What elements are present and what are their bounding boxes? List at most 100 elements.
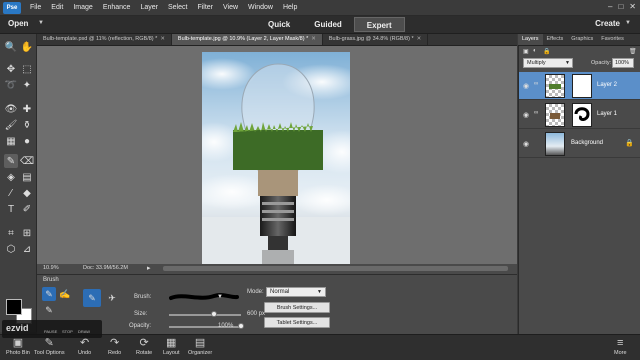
- paint-bucket-tool-icon[interactable]: ◈: [4, 170, 18, 184]
- size-slider[interactable]: [169, 314, 241, 316]
- brush-settings-button[interactable]: Brush Settings...: [264, 302, 330, 313]
- pencil-tool-icon[interactable]: ✐: [20, 202, 34, 216]
- tool-options-button[interactable]: ✎ Tool Options: [34, 336, 65, 356]
- brush-tool-icon[interactable]: ✎: [4, 154, 18, 168]
- mode-guided-tab[interactable]: Guided: [302, 17, 354, 32]
- shape-tool-icon[interactable]: ◆: [20, 186, 34, 200]
- maximize-icon[interactable]: □: [618, 2, 623, 11]
- organizer-button[interactable]: ▤ Organizer: [188, 336, 212, 356]
- opacity-value: 100%: [218, 323, 234, 329]
- layer-row[interactable]: ◉ ∞ Layer 2: [519, 72, 640, 100]
- layout-button[interactable]: ▦ Layout: [163, 336, 180, 356]
- sponge-tool-icon[interactable]: ●: [20, 134, 34, 148]
- magic-wand-tool-icon[interactable]: ✦: [20, 78, 34, 92]
- horizontal-scrollbar[interactable]: [163, 266, 508, 271]
- eye-icon[interactable]: ◉: [523, 82, 529, 90]
- close-icon[interactable]: ✕: [311, 36, 316, 42]
- link-icon[interactable]: ∞: [534, 81, 538, 87]
- content-aware-move-tool-icon[interactable]: ⬡: [4, 242, 18, 256]
- tab-layers[interactable]: Layers: [518, 34, 543, 45]
- menu-enhance[interactable]: Enhance: [103, 4, 131, 11]
- link-icon[interactable]: ∞: [534, 110, 538, 116]
- blend-mode-select[interactable]: Normal ▼: [266, 287, 326, 297]
- tab-bulb-grass-jpg[interactable]: Bulb-grass.jpg @ 34.8% (RGB/8) * ✕: [323, 34, 429, 45]
- chevron-down-icon[interactable]: ▼: [217, 294, 223, 300]
- more-button[interactable]: ≡ More: [614, 336, 627, 356]
- impressionist-brush-icon[interactable]: ✍: [58, 287, 72, 301]
- clone-stamp-tool-icon[interactable]: ⚱: [20, 118, 34, 132]
- rotate-button[interactable]: ⟳ Rotate: [136, 336, 152, 356]
- tablet-settings-button[interactable]: Tablet Settings...: [264, 317, 330, 328]
- foreground-color-swatch[interactable]: [6, 299, 22, 315]
- canvas-area[interactable]: [37, 46, 517, 266]
- mode-quick-tab[interactable]: Quick: [256, 17, 302, 32]
- eye-tool-icon[interactable]: 👁: [4, 102, 18, 116]
- eye-icon[interactable]: ◉: [523, 111, 529, 119]
- layer-opacity-input[interactable]: 100%: [612, 58, 634, 68]
- menu-file[interactable]: File: [30, 4, 41, 11]
- hand-tool-icon[interactable]: ✋: [20, 40, 34, 54]
- gradient-tool-icon[interactable]: ▤: [20, 170, 34, 184]
- eye-icon[interactable]: ◉: [523, 140, 529, 148]
- tab-bulb-template-jpg[interactable]: Bulb-template.jpg @ 10.9% (Layer 2, Laye…: [171, 34, 323, 45]
- brush-preset-icon[interactable]: ✎: [83, 289, 101, 307]
- adjustment-layer-icon[interactable]: ◐: [533, 48, 537, 54]
- crop-tool-icon[interactable]: ⌗: [4, 226, 18, 240]
- mode-expert-tab[interactable]: Expert: [353, 17, 405, 32]
- menu-bar: Pse File Edit Image Enhance Layer Select…: [0, 0, 640, 16]
- close-icon[interactable]: ✕: [417, 36, 422, 42]
- move-tool-icon[interactable]: ✥: [4, 62, 18, 76]
- tab-favorites[interactable]: Favorites: [597, 34, 628, 45]
- close-icon[interactable]: ✕: [629, 2, 636, 11]
- tab-effects[interactable]: Effects: [543, 34, 568, 45]
- recompose-tool-icon[interactable]: ⊞: [20, 226, 34, 240]
- open-button[interactable]: Open: [8, 19, 28, 28]
- chevron-down-icon[interactable]: ▼: [38, 20, 44, 26]
- type-mask-tool-icon[interactable]: ▦: [4, 134, 18, 148]
- layer-mask-thumbnail[interactable]: [572, 74, 592, 98]
- layer-row[interactable]: ◉ Background 🔒: [519, 130, 640, 158]
- airbrush-icon[interactable]: ✈: [103, 289, 121, 307]
- menu-layer[interactable]: Layer: [140, 4, 158, 11]
- lock-icon[interactable]: 🔒: [543, 48, 550, 55]
- opacity-slider-knob[interactable]: [238, 323, 244, 329]
- spot-healing-tool-icon[interactable]: ✚: [20, 102, 34, 116]
- redo-button[interactable]: ↷ Redo: [108, 336, 121, 356]
- chevron-right-icon[interactable]: ▸: [147, 264, 151, 272]
- brush-preview[interactable]: [169, 292, 239, 302]
- zoom-tool-icon[interactable]: 🔍: [4, 40, 18, 54]
- eyedropper-tool-icon[interactable]: ⁄: [4, 186, 18, 200]
- menu-image[interactable]: Image: [73, 4, 92, 11]
- smart-brush-tool-icon[interactable]: 🖌: [4, 118, 18, 132]
- eraser-tool-icon[interactable]: ⌫: [20, 154, 34, 168]
- new-layer-icon[interactable]: ▣: [523, 48, 529, 55]
- chevron-down-icon[interactable]: ▼: [625, 20, 631, 26]
- layer-mask-thumbnail[interactable]: [572, 103, 592, 127]
- close-icon[interactable]: ✕: [160, 36, 165, 42]
- trash-icon[interactable]: 🗑: [629, 48, 637, 55]
- brush-mode-icon[interactable]: ✎: [42, 287, 56, 301]
- minimize-icon[interactable]: –: [608, 2, 612, 11]
- watermark-logo: ezvid: [6, 323, 29, 333]
- menu-filter[interactable]: Filter: [197, 4, 213, 11]
- layer-blend-select[interactable]: Multiply ▼: [523, 58, 573, 68]
- menu-select[interactable]: Select: [168, 4, 187, 11]
- document-image[interactable]: [202, 52, 350, 266]
- lasso-tool-icon[interactable]: ➰: [4, 78, 18, 92]
- marquee-tool-icon[interactable]: ⬚: [20, 62, 34, 76]
- color-replacement-icon[interactable]: ✎: [42, 303, 56, 317]
- photo-bin-button[interactable]: ▣ Photo Bin: [6, 336, 30, 356]
- size-slider-knob[interactable]: [210, 311, 217, 317]
- menu-edit[interactable]: Edit: [51, 4, 63, 11]
- menu-help[interactable]: Help: [283, 4, 297, 11]
- layer-row[interactable]: ◉ ∞ Layer 1: [519, 101, 640, 129]
- menu-view[interactable]: View: [223, 4, 238, 11]
- straighten-tool-icon[interactable]: ⊿: [20, 242, 34, 256]
- recorder-watermark: ezvid PAUSE STOP DRAW: [2, 320, 102, 338]
- undo-button[interactable]: ↶ Undo: [78, 336, 91, 356]
- tab-bulb-template-psd[interactable]: Bulb-template.psd @ 11% (reflection, RGB…: [37, 34, 172, 45]
- create-button[interactable]: Create: [595, 19, 620, 28]
- menu-window[interactable]: Window: [248, 4, 273, 11]
- type-tool-icon[interactable]: T: [4, 202, 18, 216]
- tab-graphics[interactable]: Graphics: [567, 34, 597, 45]
